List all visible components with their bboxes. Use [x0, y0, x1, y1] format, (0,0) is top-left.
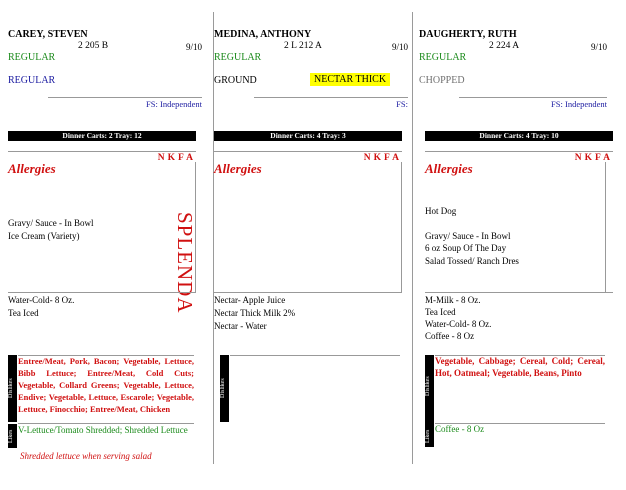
- serving-note: Shredded lettuce when serving salad: [20, 451, 152, 461]
- divider: [230, 355, 400, 356]
- divider: [425, 292, 613, 293]
- date: 9/10: [185, 42, 202, 52]
- diet-order: REGULAR: [8, 52, 56, 63]
- divider: [254, 97, 408, 98]
- food-item: Salad Tossed/ Ranch Dres: [425, 256, 519, 266]
- cart-tray-bar: Dinner Carts: 4 Tray: 3: [214, 131, 402, 141]
- diet-texture: CHOPPED: [419, 75, 465, 86]
- likes-label: Likes: [425, 429, 431, 443]
- nkfa-label: NKFA: [363, 153, 402, 163]
- splenda-note: SPLENDA: [173, 212, 197, 314]
- divider: [459, 97, 607, 98]
- dislikes-list: Vegetable, Cabbage; Cereal, Cold; Cereal…: [435, 356, 605, 378]
- likes-list: Coffee - 8 Oz: [435, 424, 485, 434]
- allergies-heading: Allergies: [214, 161, 262, 176]
- divider: [425, 151, 613, 152]
- beverage-item: Nectar Thick Milk 2%: [214, 308, 296, 318]
- patient-name: DAUGHERTY, RUTH: [419, 29, 517, 40]
- liquid-consistency: NECTAR THICK: [310, 73, 391, 86]
- cart-tray-bar: Dinner Carts: 4 Tray: 10: [425, 131, 613, 141]
- food-item: Ice Cream (Variety): [8, 231, 80, 241]
- room-number: 2 205 B: [78, 41, 109, 51]
- beverage-item: Nectar- Apple Juice: [214, 295, 286, 305]
- divider: [401, 162, 402, 292]
- divider: [8, 151, 196, 152]
- allergies-heading: Allergies: [425, 161, 473, 176]
- date: 9/10: [590, 42, 607, 52]
- beverage-item: Tea Iced: [8, 308, 39, 318]
- cart-tray-bar: Dinner Carts: 2 Tray: 12: [8, 131, 196, 141]
- date: 9/10: [391, 42, 408, 52]
- tray-card-daugherty: DAUGHERTY, RUTH 2 224 A 9/10 REGULAR CHO…: [419, 0, 619, 480]
- nkfa-label: NKFA: [157, 153, 196, 163]
- room-number: 2 L 212 A: [284, 41, 322, 51]
- beverage-item: Nectar - Water: [214, 321, 267, 331]
- divider: [48, 97, 202, 98]
- feeding-status: FS: Independent: [551, 99, 607, 109]
- food-item: Gravy/ Sauce - In Bowl: [8, 218, 94, 228]
- divider: [214, 151, 402, 152]
- patient-name: MEDINA, ANTHONY: [214, 29, 312, 40]
- food-item: Hot Dog: [425, 206, 457, 216]
- feeding-status: FS:: [396, 99, 408, 109]
- beverage-item: Water-Cold- 8 Oz.: [8, 295, 75, 305]
- tray-card-medina: MEDINA, ANTHONY 2 L 212 A 9/10 REGULAR G…: [214, 0, 414, 480]
- diet-texture: REGULAR: [8, 75, 56, 86]
- diet-order: REGULAR: [214, 52, 262, 63]
- dislikes-list: Entree/Meat, Pork, Bacon; Vegetable, Let…: [18, 356, 194, 414]
- divider: [18, 423, 194, 424]
- dislikes-label: Dislikes: [220, 378, 226, 399]
- likes-list: V-Lettuce/Tomato Shredded; Shredded Lett…: [18, 425, 188, 435]
- divider: [214, 292, 402, 293]
- food-item: 6 oz Soup Of The Day: [425, 243, 507, 253]
- patient-name: CAREY, STEVEN: [8, 29, 88, 40]
- nkfa-label: NKFA: [574, 153, 613, 163]
- diet-texture: GROUND: [214, 75, 257, 86]
- likes-label: Likes: [8, 429, 14, 443]
- feeding-status: FS: Independent: [146, 99, 202, 109]
- beverage-item: Coffee - 8 Oz: [425, 331, 475, 341]
- tray-card-carey: CAREY, STEVEN 2 205 B 9/10 REGULAR REGUL…: [8, 0, 208, 480]
- room-number: 2 224 A: [489, 41, 520, 51]
- diet-order: REGULAR: [419, 52, 467, 63]
- divider: [605, 162, 606, 292]
- allergies-heading: Allergies: [8, 161, 56, 176]
- dislikes-label: Dislikes: [425, 376, 431, 396]
- dislikes-label: Dislikes: [8, 378, 14, 399]
- divider: [8, 292, 196, 293]
